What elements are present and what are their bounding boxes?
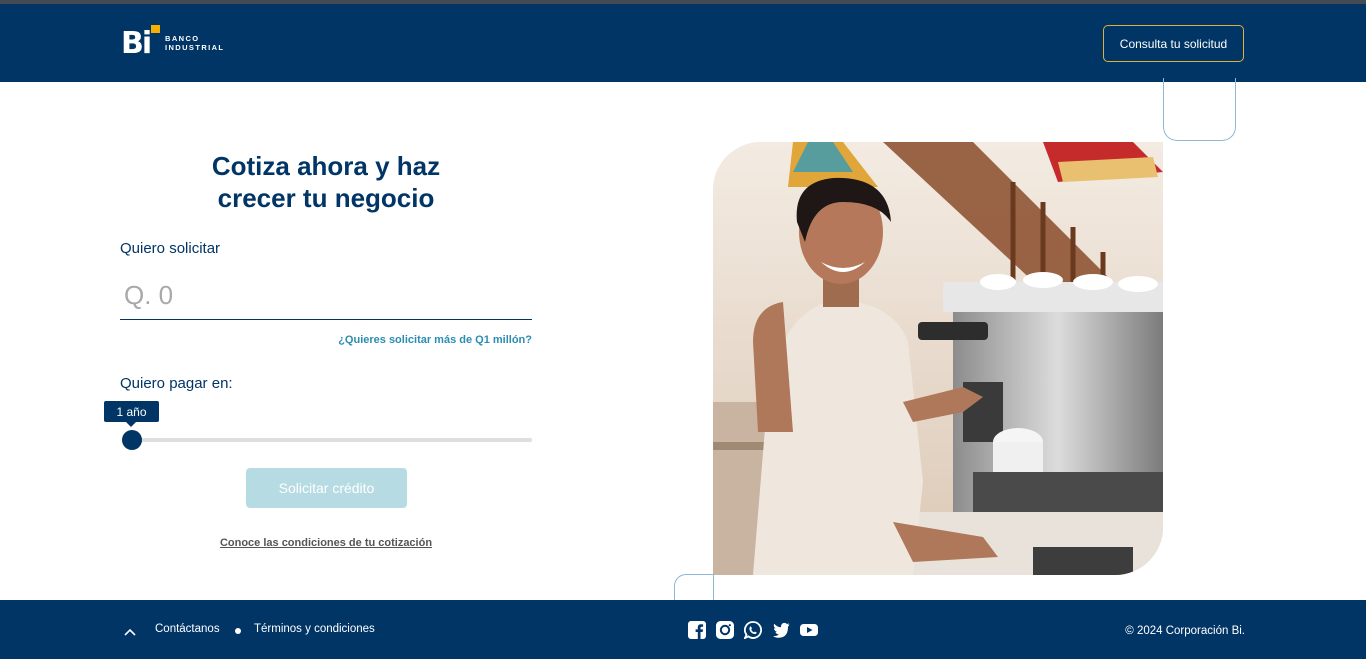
whatsapp-icon[interactable]	[743, 621, 762, 640]
solicitar-credito-button[interactable]: Solicitar crédito	[246, 468, 407, 508]
social-links	[688, 621, 818, 640]
tooltip-arrow	[126, 422, 136, 427]
title-line-2: crecer tu negocio	[217, 183, 435, 213]
twitter-icon[interactable]	[772, 621, 790, 639]
footer-separator-dot	[235, 628, 241, 634]
logo-accent-square	[151, 25, 160, 33]
top-navbar: Bi BANCO INDUSTRIAL Consulta tu solicitu…	[0, 4, 1366, 82]
logo-wordmark-line1: BANCO	[165, 34, 200, 43]
facebook-icon[interactable]	[688, 621, 706, 639]
term-slider-thumb[interactable]	[122, 430, 142, 450]
youtube-icon[interactable]	[800, 621, 818, 639]
title-line-1: Cotiza ahora y haz	[211, 151, 441, 181]
logo-mark-text: Bi	[121, 26, 152, 61]
term-value-tooltip: 1 año	[104, 401, 159, 422]
contact-link[interactable]: Contáctanos	[155, 623, 220, 635]
terms-link[interactable]: Términos y condiciones	[254, 623, 375, 635]
chevron-up-icon[interactable]	[124, 624, 136, 642]
term-slider-track[interactable]	[132, 438, 532, 442]
amount-label: Quiero solicitar	[120, 240, 221, 257]
logo-wordmark: BANCO INDUSTRIAL	[165, 34, 224, 52]
hero-photo-illustration	[713, 142, 1163, 575]
conditions-link[interactable]: Conoce las condiciones de tu cotización	[120, 537, 532, 549]
logo-wordmark-line2: INDUSTRIAL	[165, 43, 225, 52]
banco-industrial-logo[interactable]: Bi BANCO INDUSTRIAL	[121, 25, 224, 61]
consulta-solicitud-button[interactable]: Consulta tu solicitud	[1103, 25, 1244, 62]
instagram-icon[interactable]	[716, 621, 734, 639]
page-title: Cotiza ahora y haz crecer tu negocio	[120, 150, 532, 214]
page-footer: Contáctanos Términos y condiciones © 202…	[0, 600, 1366, 659]
copyright-text: © 2024 Corporación Bi.	[1125, 625, 1245, 637]
logo-mark: Bi	[121, 25, 160, 61]
term-label: Quiero pagar en:	[120, 375, 233, 392]
hero-photo-barista	[713, 142, 1163, 575]
decorative-frame-top	[1163, 78, 1236, 141]
amount-input[interactable]: Q. 0	[120, 276, 532, 320]
more-than-million-link[interactable]: ¿Quieres solicitar más de Q1 millón?	[300, 334, 532, 346]
